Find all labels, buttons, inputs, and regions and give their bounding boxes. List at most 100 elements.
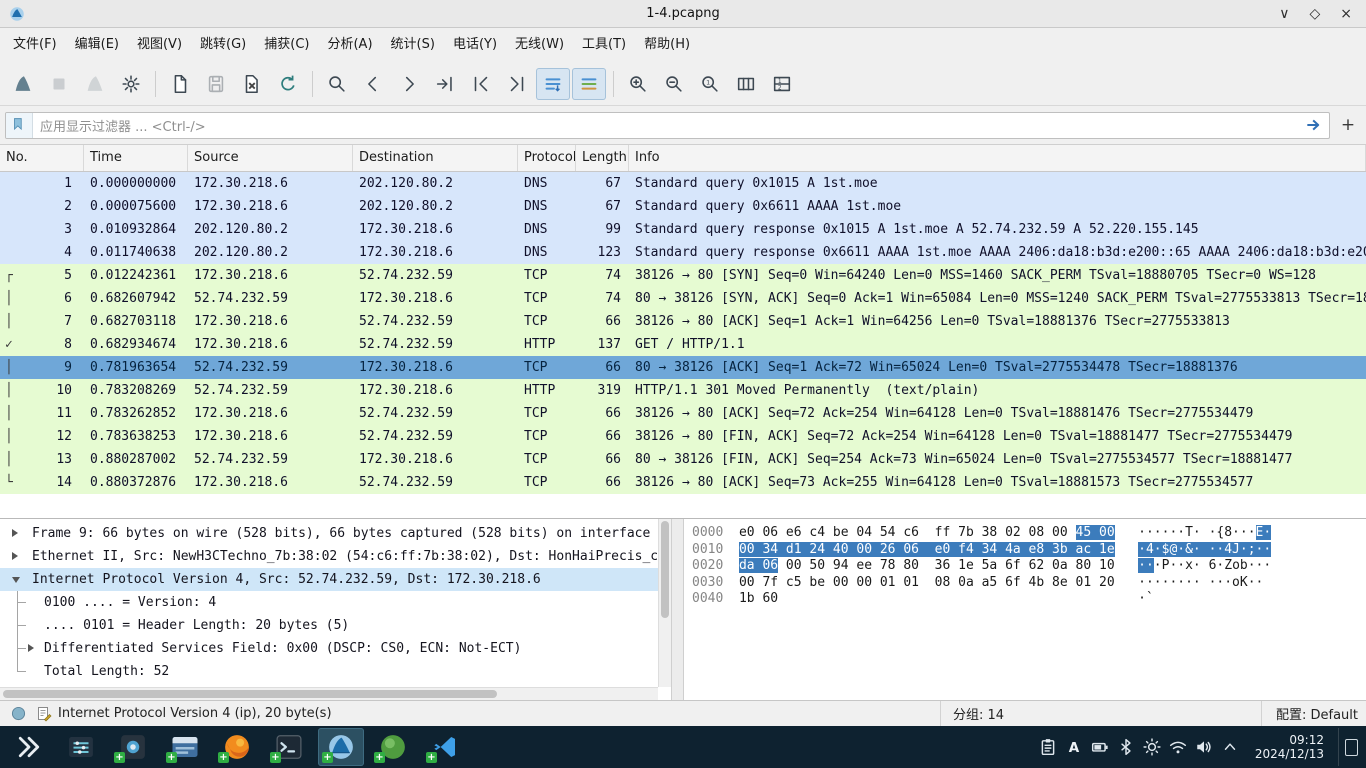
menu-item-2[interactable]: 编辑(E) bbox=[66, 33, 128, 57]
save-file-button[interactable] bbox=[199, 68, 233, 100]
detail-line-7[interactable]: Total Length: 52 bbox=[0, 660, 658, 683]
menu-item-6[interactable]: 分析(A) bbox=[318, 33, 381, 57]
auto-scroll-button[interactable] bbox=[536, 68, 570, 100]
first-packet-button[interactable] bbox=[464, 68, 498, 100]
zoom-in-button[interactable] bbox=[621, 68, 655, 100]
status-profile[interactable]: 配置: Default bbox=[1261, 701, 1358, 726]
app-firefox-button[interactable]: + bbox=[214, 728, 260, 766]
num-columns-button[interactable]: 12 bbox=[765, 68, 799, 100]
column-header-source[interactable]: Source bbox=[188, 145, 353, 171]
menu-item-5[interactable]: 捕获(C) bbox=[255, 33, 318, 57]
capture-options-button[interactable] bbox=[114, 68, 148, 100]
column-header-time[interactable]: Time bbox=[84, 145, 188, 171]
hex-row-0020[interactable]: 0020 da 06 00 50 94 ee 78 80 36 1e 5a 6f… bbox=[692, 558, 1366, 575]
scrollbar-thumb[interactable] bbox=[3, 690, 497, 698]
details-horizontal-scrollbar[interactable] bbox=[0, 687, 658, 700]
shade-button[interactable]: ∨ bbox=[1279, 0, 1289, 28]
go-back-button[interactable] bbox=[356, 68, 390, 100]
column-header-no[interactable]: No. bbox=[0, 145, 84, 171]
packet-row-13[interactable]: │130.88028700252.74.232.59172.30.218.6TC… bbox=[0, 448, 1366, 471]
filter-add-button[interactable]: + bbox=[1335, 112, 1361, 138]
collapse-arrow-icon[interactable] bbox=[12, 577, 20, 583]
scrollbar-thumb[interactable] bbox=[661, 521, 669, 618]
detail-line-3[interactable]: Internet Protocol Version 4, Src: 52.74.… bbox=[0, 568, 658, 591]
go-forward-button[interactable] bbox=[392, 68, 426, 100]
chevron-up-icon[interactable] bbox=[1217, 728, 1243, 766]
bluetooth-icon[interactable] bbox=[1113, 728, 1139, 766]
menu-item-4[interactable]: 跳转(G) bbox=[191, 33, 255, 57]
app-panel-button[interactable] bbox=[58, 728, 104, 766]
taskbar-clock[interactable]: 09:12 2024/12/13 bbox=[1255, 733, 1324, 761]
packet-row-8[interactable]: ✓80.682934674172.30.218.652.74.232.59HTT… bbox=[0, 333, 1366, 356]
column-header-info[interactable]: Info bbox=[629, 145, 1366, 171]
app-tool-button[interactable]: + bbox=[110, 728, 156, 766]
column-header-length[interactable]: Length bbox=[576, 145, 629, 171]
zoom-reset-button[interactable]: 1 bbox=[693, 68, 727, 100]
go-to-packet-button[interactable] bbox=[428, 68, 462, 100]
stop-capture-button[interactable] bbox=[42, 68, 76, 100]
app-files-button[interactable]: + bbox=[162, 728, 208, 766]
packet-list[interactable]: 10.000000000172.30.218.6202.120.80.2DNS6… bbox=[0, 172, 1366, 518]
column-header-destination[interactable]: Destination bbox=[353, 145, 518, 171]
zoom-out-button[interactable] bbox=[657, 68, 691, 100]
detail-line-5[interactable]: .... 0101 = Header Length: 20 bytes (5) bbox=[0, 614, 658, 637]
packet-row-1[interactable]: 10.000000000172.30.218.6202.120.80.2DNS6… bbox=[0, 172, 1366, 195]
open-file-button[interactable] bbox=[163, 68, 197, 100]
expand-arrow-icon[interactable] bbox=[12, 552, 18, 560]
reload-button[interactable] bbox=[271, 68, 305, 100]
menu-item-3[interactable]: 视图(V) bbox=[128, 33, 191, 57]
packet-row-4[interactable]: 40.011740638202.120.80.2172.30.218.6DNS1… bbox=[0, 241, 1366, 264]
resize-columns-button[interactable] bbox=[729, 68, 763, 100]
hex-row-0030[interactable]: 0030 00 7f c5 be 00 00 01 01 08 0a a5 6f… bbox=[692, 575, 1366, 592]
display-filter-input[interactable]: 应用显示过滤器 ... <Ctrl-/> bbox=[5, 112, 1330, 139]
wifi-icon[interactable] bbox=[1165, 728, 1191, 766]
colorize-button[interactable] bbox=[572, 68, 606, 100]
maximize-button[interactable]: ◇ bbox=[1309, 0, 1320, 28]
menu-item-7[interactable]: 统计(S) bbox=[382, 33, 444, 57]
packet-row-9[interactable]: │90.78196365452.74.232.59172.30.218.6TCP… bbox=[0, 356, 1366, 379]
show-desktop-button[interactable] bbox=[1338, 728, 1360, 766]
detail-line-6[interactable]: Differentiated Services Field: 0x00 (DSC… bbox=[0, 637, 658, 660]
menu-item-11[interactable]: 帮助(H) bbox=[635, 33, 699, 57]
detail-line-1[interactable]: Frame 9: 66 bytes on wire (528 bits), 66… bbox=[0, 522, 658, 545]
clipboard-icon[interactable] bbox=[1035, 728, 1061, 766]
detail-line-4[interactable]: 0100 .... = Version: 4 bbox=[0, 591, 658, 614]
column-header-protocol[interactable]: Protocol bbox=[518, 145, 576, 171]
menu-item-8[interactable]: 电话(Y) bbox=[444, 33, 506, 57]
expert-info-button[interactable] bbox=[6, 704, 30, 724]
packet-row-7[interactable]: │70.682703118172.30.218.652.74.232.59TCP… bbox=[0, 310, 1366, 333]
hex-row-0010[interactable]: 0010 00 34 d1 24 40 00 26 06 e0 f4 34 4a… bbox=[692, 542, 1366, 559]
pane-splitter[interactable] bbox=[671, 519, 684, 700]
packet-row-10[interactable]: │100.78320826952.74.232.59172.30.218.6HT… bbox=[0, 379, 1366, 402]
packet-row-2[interactable]: 20.000075600172.30.218.6202.120.80.2DNS6… bbox=[0, 195, 1366, 218]
restart-capture-button[interactable] bbox=[78, 68, 112, 100]
menu-item-1[interactable]: 文件(F) bbox=[4, 33, 66, 57]
expand-arrow-icon[interactable] bbox=[12, 529, 18, 537]
hex-row-0000[interactable]: 0000 e0 06 e6 c4 be 04 54 c6 ff 7b 38 02… bbox=[692, 525, 1366, 542]
filter-bookmark-icon[interactable] bbox=[6, 113, 33, 138]
start-capture-button[interactable] bbox=[6, 68, 40, 100]
packet-row-5[interactable]: ┌50.012242361172.30.218.652.74.232.59TCP… bbox=[0, 264, 1366, 287]
volume-icon[interactable] bbox=[1191, 728, 1217, 766]
close-button[interactable]: × bbox=[1340, 0, 1352, 28]
capture-comment-button[interactable] bbox=[32, 704, 56, 724]
app-terminal-button[interactable]: + bbox=[266, 728, 312, 766]
close-file-button[interactable] bbox=[235, 68, 269, 100]
app-wireshark-button[interactable]: + bbox=[318, 728, 364, 766]
packet-row-3[interactable]: 30.010932864202.120.80.2172.30.218.6DNS9… bbox=[0, 218, 1366, 241]
app-vscode-button[interactable]: + bbox=[422, 728, 468, 766]
hex-dump-pane[interactable]: 0000 e0 06 e6 c4 be 04 54 c6 ff 7b 38 02… bbox=[684, 519, 1366, 700]
hex-row-0040[interactable]: 0040 1b 60 ·` bbox=[692, 591, 1366, 608]
details-vertical-scrollbar[interactable] bbox=[658, 519, 671, 687]
input-a-icon[interactable]: A bbox=[1061, 728, 1087, 766]
menu-item-9[interactable]: 无线(W) bbox=[506, 33, 573, 57]
last-packet-button[interactable] bbox=[500, 68, 534, 100]
packet-row-11[interactable]: │110.783262852172.30.218.652.74.232.59TC… bbox=[0, 402, 1366, 425]
app-green-button[interactable]: + bbox=[370, 728, 416, 766]
detail-line-2[interactable]: Ethernet II, Src: NewH3CTechno_7b:38:02 … bbox=[0, 545, 658, 568]
packet-row-6[interactable]: │60.68260794252.74.232.59172.30.218.6TCP… bbox=[0, 287, 1366, 310]
battery-icon[interactable] bbox=[1087, 728, 1113, 766]
packet-row-14[interactable]: └140.880372876172.30.218.652.74.232.59TC… bbox=[0, 471, 1366, 494]
packet-details-pane[interactable]: Frame 9: 66 bytes on wire (528 bits), 66… bbox=[0, 519, 671, 700]
brightness-icon[interactable] bbox=[1139, 728, 1165, 766]
